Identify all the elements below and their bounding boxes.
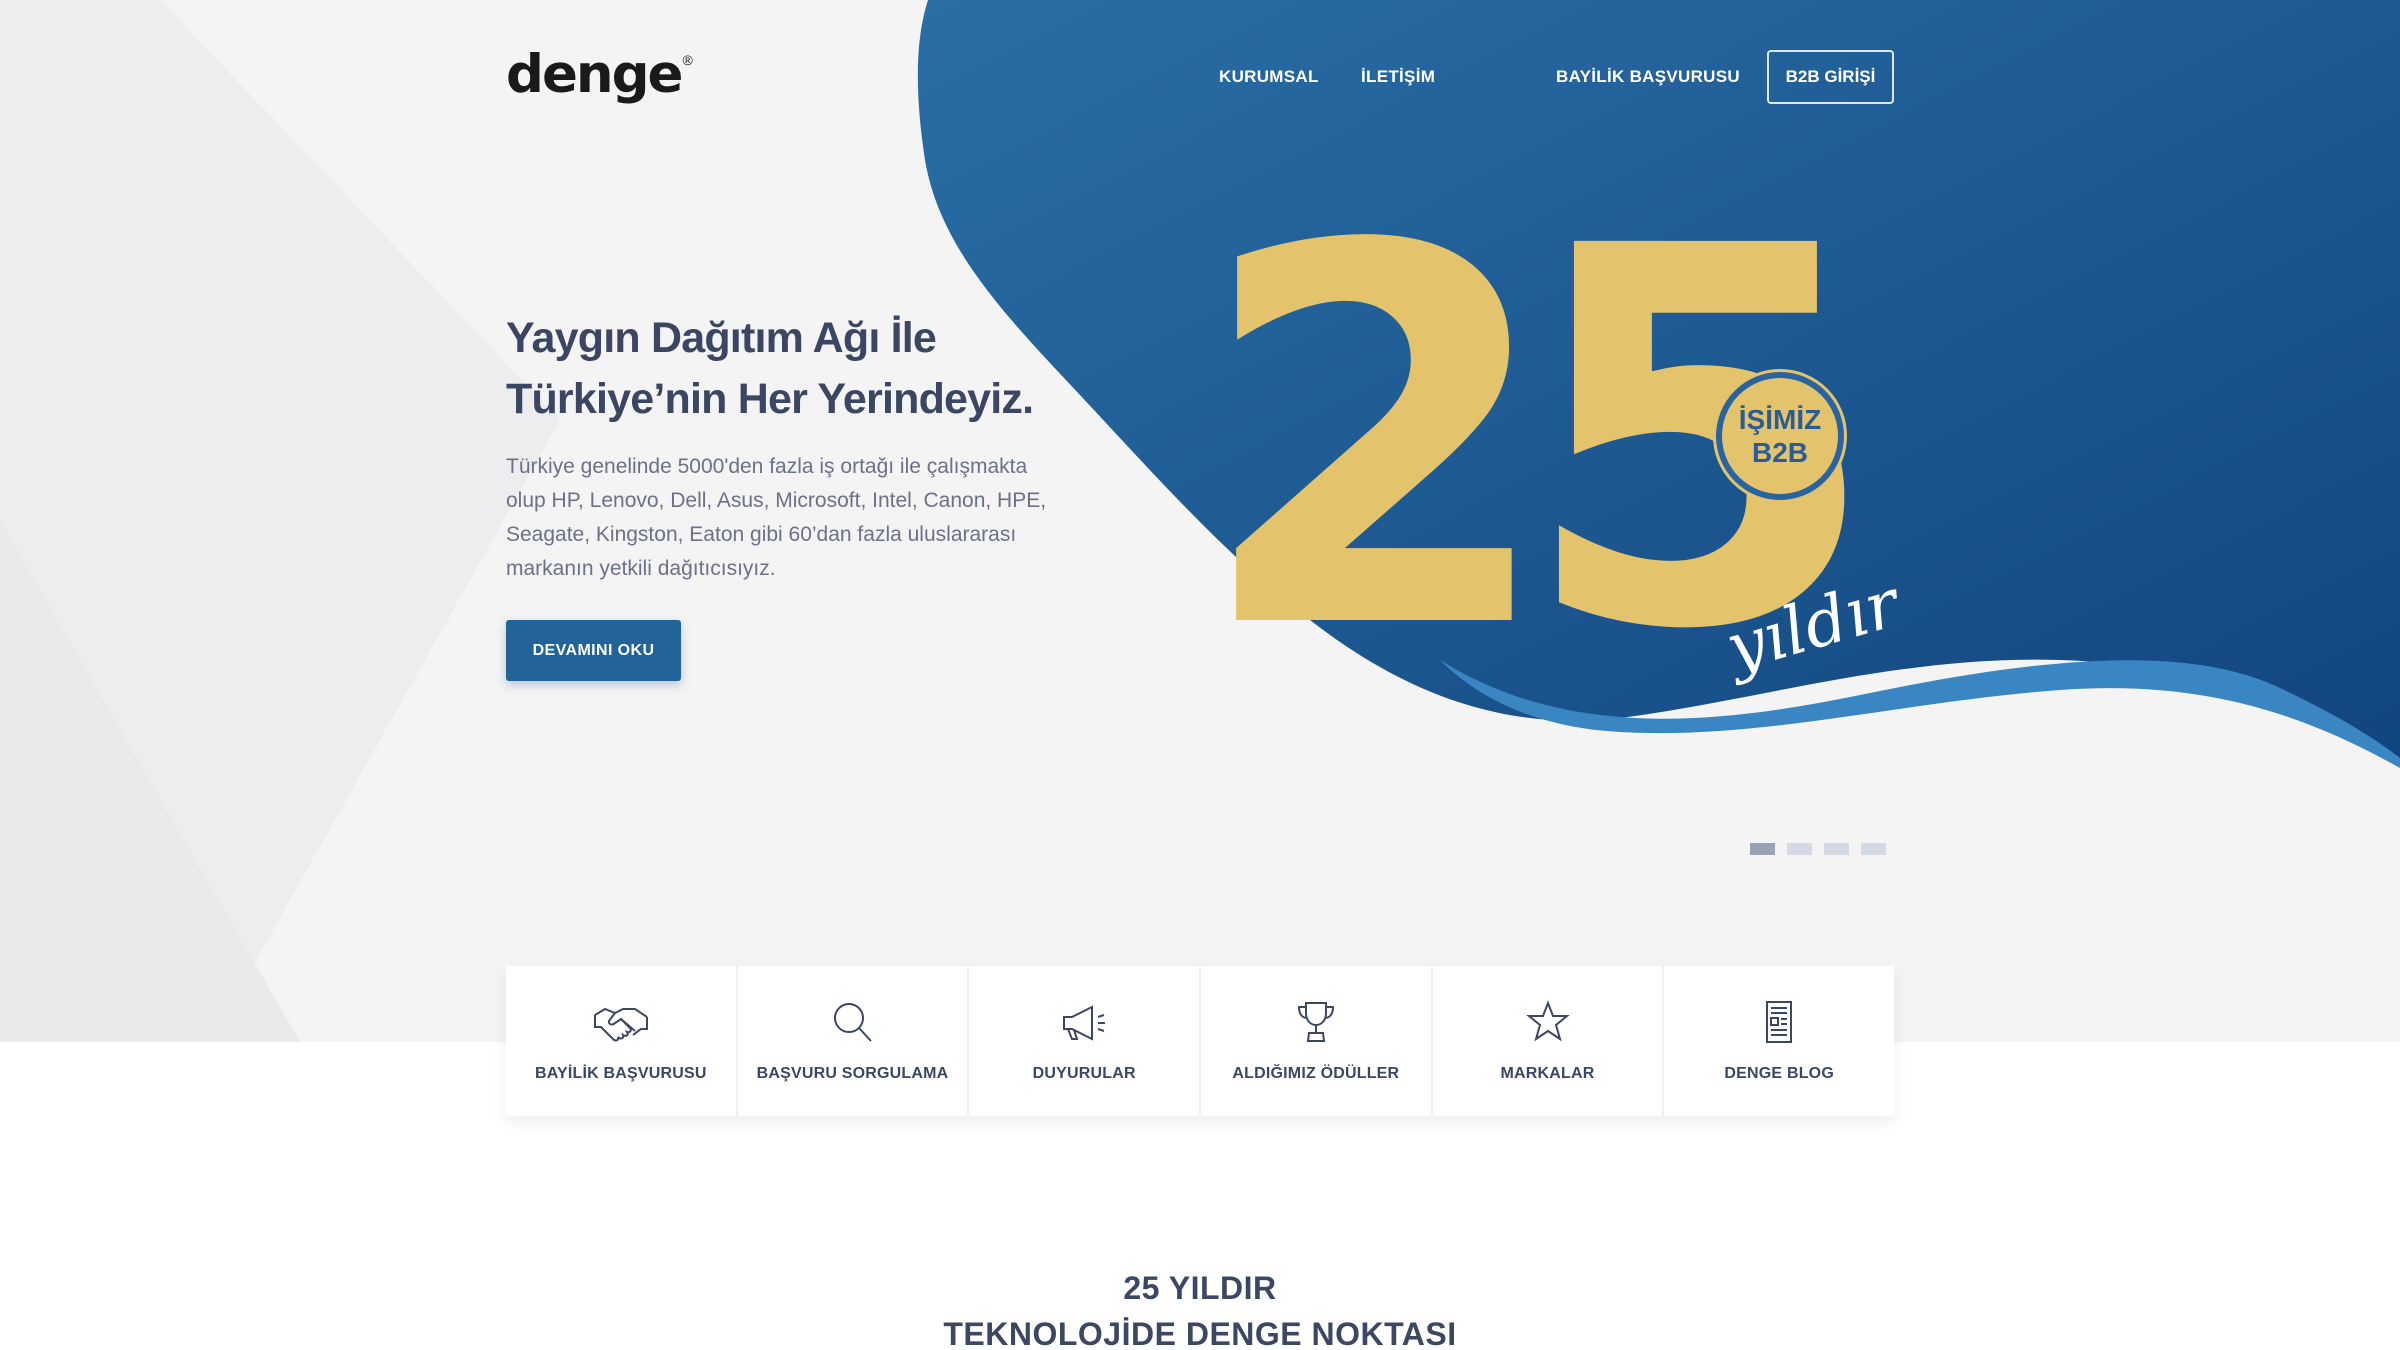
quick-link-label: MARKALAR: [1500, 1065, 1595, 1082]
handshake-icon: [593, 1007, 648, 1042]
nav-item-kurumsal[interactable]: KURUMSAL: [1219, 50, 1319, 104]
section-title: 25 YILDIR TEKNOLOJİDE DENGE NOKTASI: [0, 1265, 2400, 1350]
hero-description-line: Seagate, Kingston, Eaton gibi 60’dan faz…: [506, 523, 1017, 546]
slider-dot-3[interactable]: [1824, 843, 1849, 855]
quick-link-label: ALDIĞIMIZ ÖDÜLLER: [1232, 1065, 1400, 1082]
quick-link-basvuru-sorgulama[interactable]: BAŞVURU SORGULAMA: [738, 966, 970, 1116]
quick-link-aldigimiz-oduller[interactable]: ALDIĞIMIZ ÖDÜLLER: [1201, 966, 1433, 1116]
main-nav: KURUMSAL İLETİŞİM BAYİLİK BAŞVURUSU B2B …: [0, 50, 2400, 104]
quick-link-denge-blog[interactable]: DENGE BLOG: [1664, 966, 1894, 1116]
hero-description-line: olup HP, Lenovo, Dell, Asus, Microsoft, …: [506, 489, 1047, 512]
read-more-button[interactable]: DEVAMINI OKU: [506, 620, 681, 681]
hero-title: Yaygın Dağıtım Ağı İle Türkiye’nin Her Y…: [506, 308, 1126, 430]
section-title-line: 25 YILDIR: [1123, 1270, 1277, 1306]
slider-dot-1[interactable]: [1750, 843, 1775, 855]
slider-dot-2[interactable]: [1787, 843, 1812, 855]
nav-item-iletisim[interactable]: İLETİŞİM: [1361, 50, 1435, 104]
hero-description: Türkiye genelinde 5000'den fazla iş orta…: [506, 450, 1066, 586]
hero-description-line: Türkiye genelinde 5000'den fazla iş orta…: [506, 455, 1028, 478]
page: denge ® KURUMSAL İLETİŞİM BAYİLİK BAŞVUR…: [0, 0, 2400, 1350]
quick-link-duyurular[interactable]: DUYURULAR: [969, 966, 1202, 1116]
quick-link-markalar[interactable]: MARKALAR: [1433, 966, 1665, 1116]
quick-link-label: BAŞVURU SORGULAMA: [756, 1065, 949, 1082]
section-title-line: TEKNOLOJİDE DENGE NOKTASI: [943, 1316, 1457, 1350]
b2b-badge: İŞİMİZ B2B: [1716, 372, 1844, 500]
b2b-login-button[interactable]: B2B GİRİŞİ: [1767, 50, 1894, 104]
badge-line: İŞİMİZ: [1738, 404, 1822, 435]
quick-link-bayilik-basvurusu[interactable]: BAYİLİK BAŞVURUSU: [506, 966, 738, 1116]
quick-link-label: BAYİLİK BAŞVURUSU: [534, 1065, 707, 1082]
megaphone-icon: [1063, 1005, 1106, 1041]
nav-item-bayilik-basvurusu[interactable]: BAYİLİK BAŞVURUSU: [1556, 50, 1740, 104]
search-icon: [833, 1003, 872, 1042]
trophy-icon: [1297, 1002, 1334, 1042]
quick-link-label: DUYURULAR: [1032, 1065, 1136, 1082]
document-icon: [1766, 1001, 1793, 1043]
hero-title-line: Yaygın Dağıtım Ağı İle: [506, 314, 937, 362]
quick-links: BAYİLİK BAŞVURUSU BAŞVURU SORGULAMA DUYU…: [506, 966, 1894, 1116]
slider-pagination: [1750, 843, 1886, 855]
slider-dot-4[interactable]: [1861, 843, 1886, 855]
hero-description-line: markanın yetkili dağıtıcısıyız.: [506, 557, 776, 580]
star-icon: [1525, 1000, 1570, 1042]
quick-link-label: DENGE BLOG: [1724, 1065, 1834, 1082]
hero-title-line: Türkiye’nin Her Yerindeyiz.: [506, 375, 1034, 423]
badge-line: B2B: [1751, 437, 1808, 468]
